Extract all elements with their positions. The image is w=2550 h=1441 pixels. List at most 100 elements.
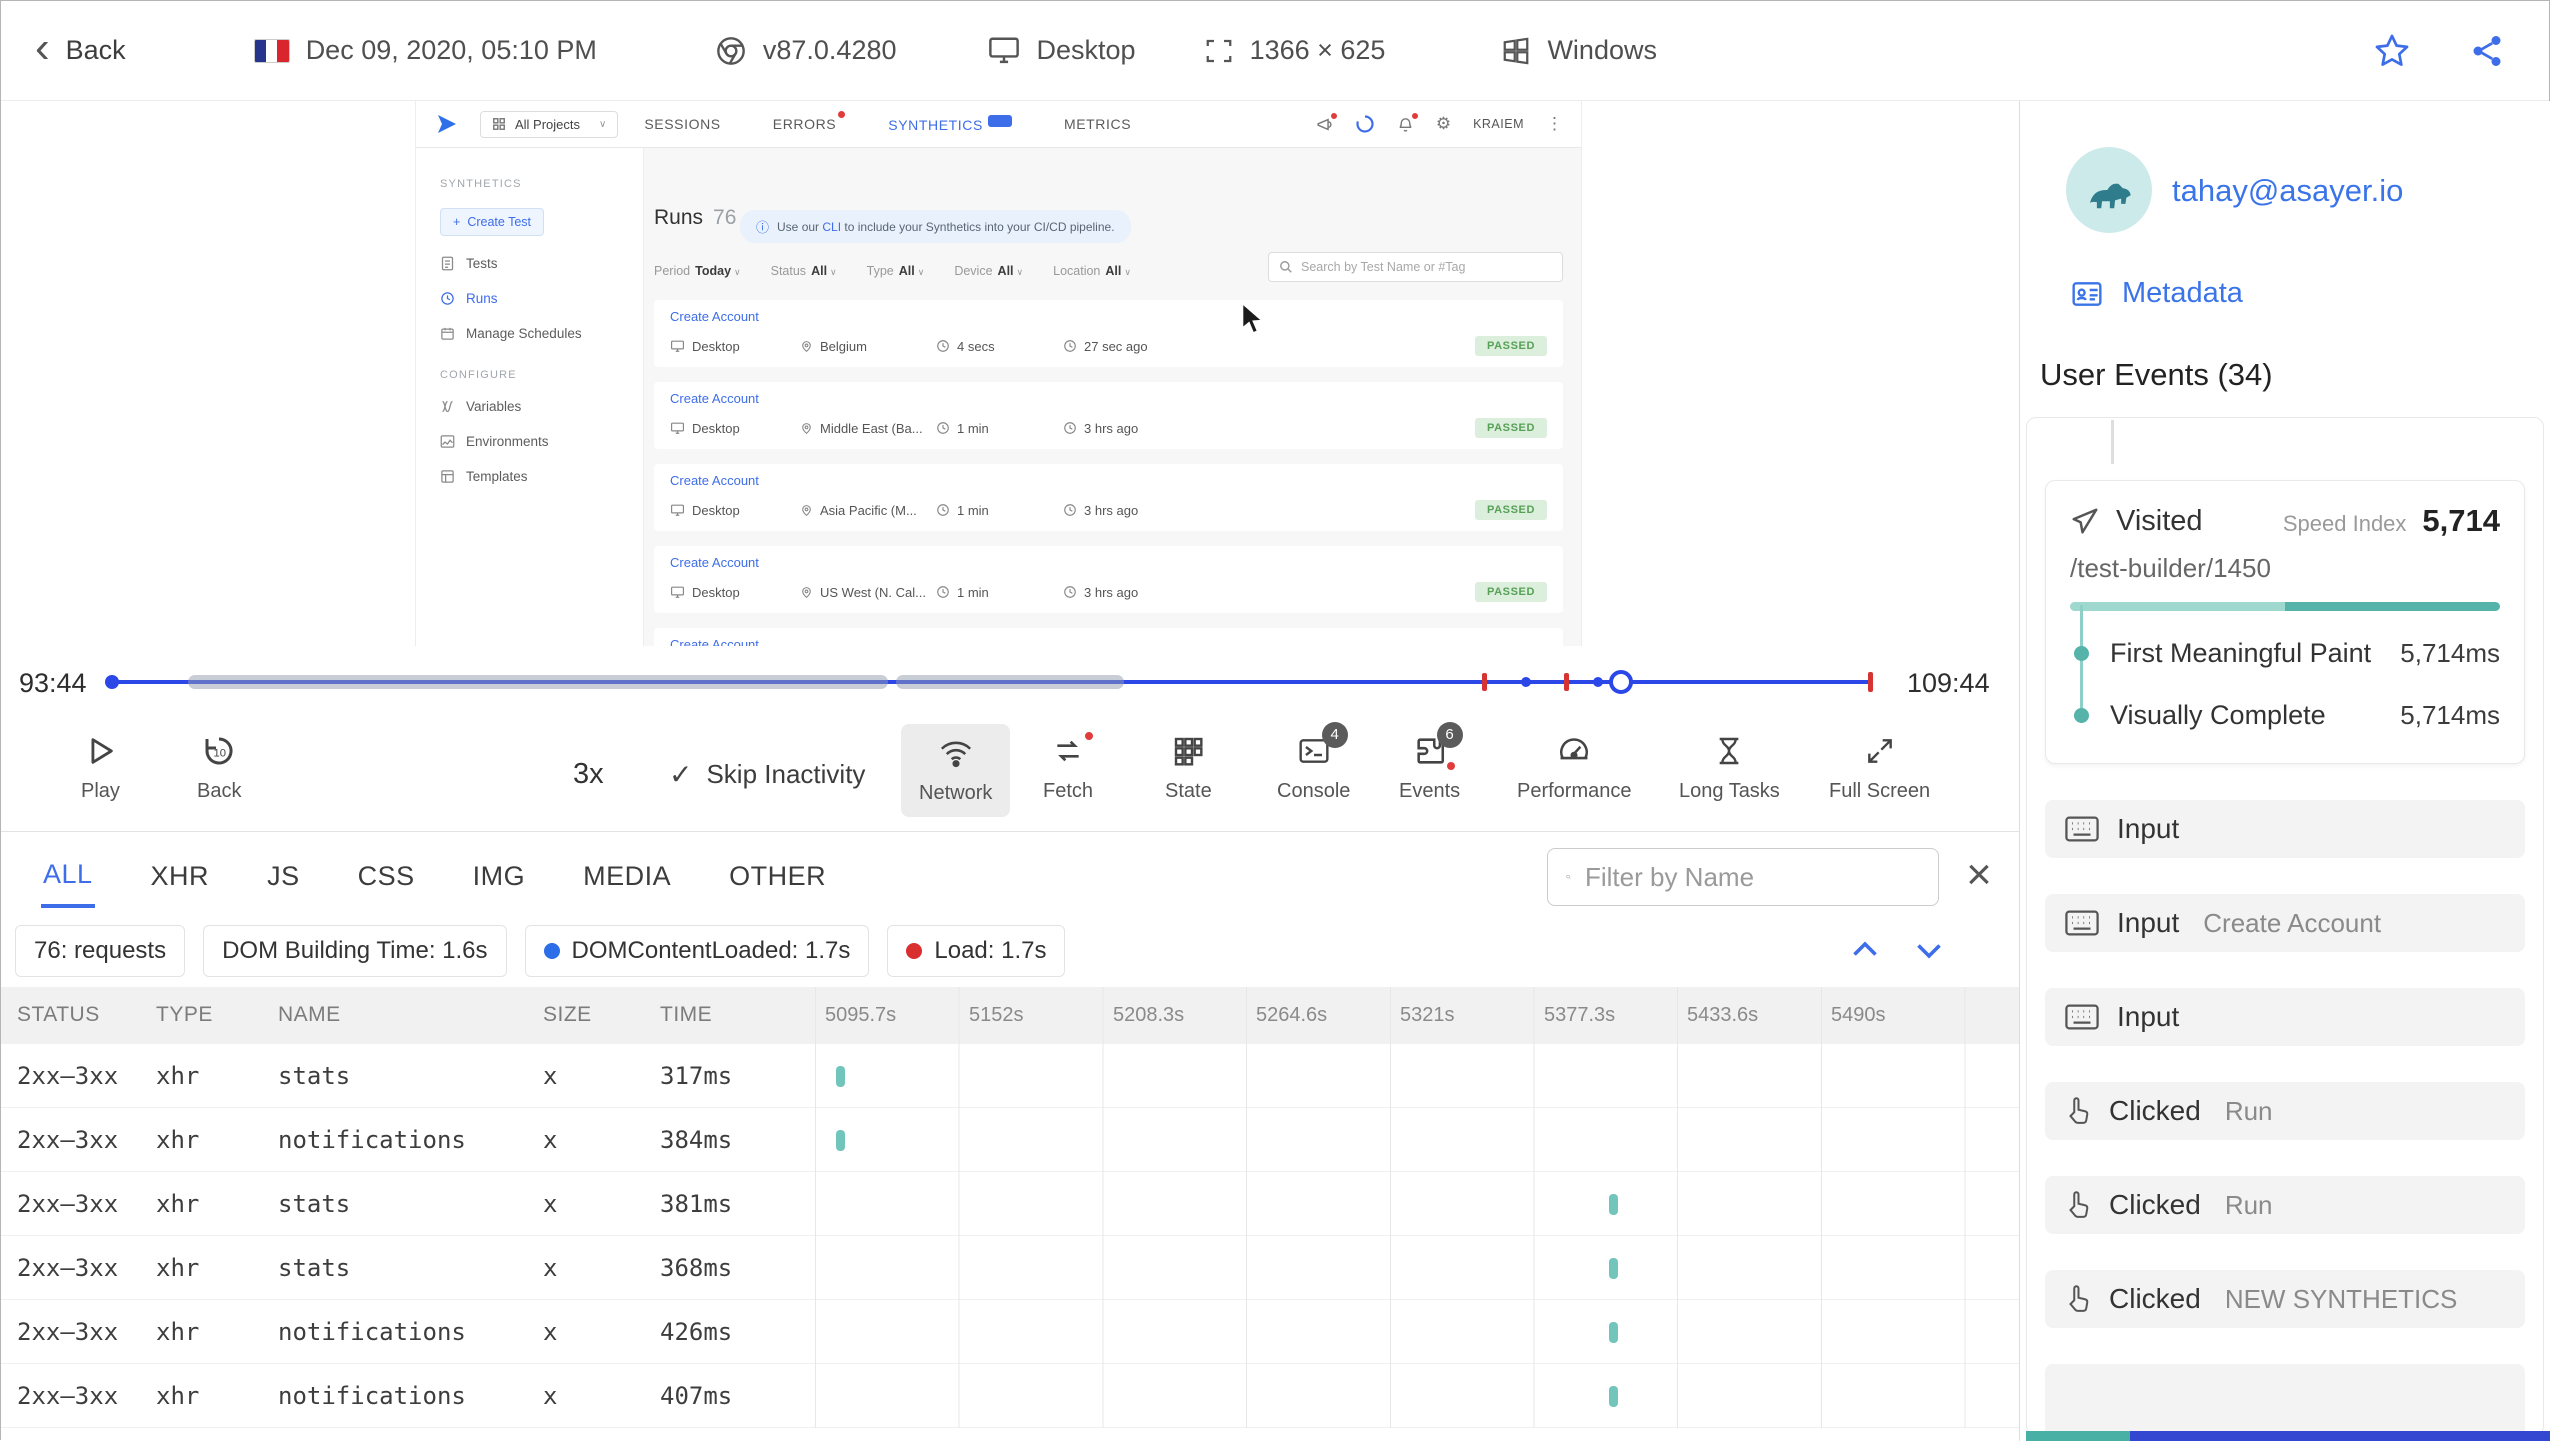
skip-inactivity-toggle[interactable]: ✓ Skip Inactivity — [669, 758, 865, 791]
run-card[interactable]: Create Account Desktop US West (N. Cal..… — [654, 546, 1563, 613]
gear-icon[interactable]: ⚙ — [1436, 114, 1451, 134]
test-search-input[interactable] — [1301, 260, 1552, 274]
filter-period[interactable]: Period Today ∨ — [654, 264, 741, 278]
bell-icon[interactable] — [1397, 111, 1419, 133]
playback-speed-button[interactable]: 3x — [573, 758, 604, 791]
console-panel-button[interactable]: 4 Console — [1277, 722, 1350, 803]
sidebar-item-environments[interactable]: Environments — [440, 434, 643, 449]
sidebar-item-variables[interactable]: Variables — [440, 399, 643, 414]
close-panel-icon[interactable]: × — [1957, 846, 2001, 904]
network-filter-input[interactable] — [1585, 861, 1920, 893]
hourglass-icon — [1720, 737, 1739, 765]
sidebar-item-runs[interactable]: Runs — [440, 291, 643, 306]
click-event-row[interactable]: Clicked Run — [2045, 1176, 2525, 1234]
input-event-row[interactable]: Input — [2045, 988, 2525, 1046]
create-test-button[interactable]: + Create Test — [440, 208, 545, 236]
events-panel-button[interactable]: 6 Events — [1399, 722, 1463, 803]
metadata-button[interactable]: Metadata — [2068, 277, 2243, 310]
network-row[interactable]: 2xx–3xx xhr notifications x 426ms — [1, 1300, 2019, 1364]
run-name-link[interactable]: Create Account — [670, 637, 1547, 646]
chevron-up-icon[interactable] — [1847, 932, 1883, 968]
waterfall-mark — [1609, 1386, 1618, 1407]
run-name-link[interactable]: Create Account — [670, 391, 1547, 406]
browser-version-label: v87.0.4280 — [762, 35, 897, 65]
waterfall-mark — [1609, 1258, 1618, 1279]
col-time: TIME — [660, 1003, 713, 1026]
network-tab-js[interactable]: JS — [265, 841, 302, 906]
environments-icon — [440, 435, 455, 448]
favorite-star-icon[interactable] — [2373, 32, 2411, 70]
back-button[interactable]: ‹ Back — [35, 25, 126, 69]
user-events-list: Visited Speed Index 5,714 /test-builder/… — [2026, 417, 2544, 1436]
filter-location[interactable]: Location All ∨ — [1053, 264, 1131, 278]
filter-status[interactable]: Status All ∨ — [771, 264, 837, 278]
full-screen-button[interactable]: Full Screen — [1829, 732, 1930, 803]
long-tasks-panel-button[interactable]: Long Tasks — [1679, 732, 1780, 803]
network-tab-other[interactable]: OTHER — [727, 841, 828, 906]
event-marker[interactable] — [1521, 677, 1531, 687]
network-row[interactable]: 2xx–3xx xhr notifications x 407ms — [1, 1364, 2019, 1428]
run-name-link[interactable]: Create Account — [670, 555, 1547, 570]
app-tab-synthetics[interactable]: SYNTHETICS — [888, 115, 1012, 133]
sidebar-item-manage-schedules[interactable]: Manage Schedules — [440, 326, 643, 341]
timeline-track[interactable] — [105, 646, 1881, 718]
app-tab-sessions[interactable]: SESSIONS — [644, 116, 720, 132]
filter-device[interactable]: Device All ∨ — [954, 264, 1023, 278]
run-card[interactable]: Create Account Desktop Middle East (Ba..… — [654, 382, 1563, 449]
play-button[interactable]: Play — [81, 732, 120, 803]
time-tick: 5490s — [1831, 1004, 1886, 1026]
network-tab-css[interactable]: CSS — [356, 841, 417, 906]
timeline-current-time: 93:44 — [19, 668, 87, 698]
clock-icon — [1064, 422, 1076, 434]
user-events-title: User Events (34) — [2040, 357, 2273, 392]
input-event-row[interactable]: Input Create Account — [2045, 894, 2525, 952]
user-menu[interactable]: KRAIEM — [1473, 117, 1524, 131]
run-name-link[interactable]: Create Account — [670, 473, 1547, 488]
sidebar-item-templates[interactable]: Templates — [440, 469, 643, 484]
user-email[interactable]: tahay@asayer.io — [2172, 173, 2403, 209]
network-tab-media[interactable]: MEDIA — [581, 841, 673, 906]
test-search-field[interactable] — [1268, 252, 1563, 282]
fetch-panel-button[interactable]: Fetch — [1043, 730, 1096, 803]
filter-type[interactable]: Type All ∨ — [867, 264, 925, 278]
run-card[interactable]: Create Account — [654, 628, 1563, 646]
network-tab-xhr[interactable]: XHR — [149, 841, 212, 906]
playhead-handle[interactable] — [1609, 670, 1633, 694]
speed-index-value: 5,714 — [2422, 503, 2500, 538]
event-marker[interactable] — [1593, 677, 1603, 687]
project-selector[interactable]: All Projects ∨ — [480, 110, 619, 138]
network-row[interactable]: 2xx–3xx xhr stats x 381ms — [1, 1172, 2019, 1236]
network-tab-all[interactable]: ALL — [41, 839, 95, 908]
user-panel: tahay@asayer.io Metadata User Events (34… — [2019, 101, 2550, 1441]
state-panel-button[interactable]: State — [1165, 732, 1212, 803]
error-marker[interactable] — [1868, 672, 1873, 692]
error-marker[interactable] — [1482, 673, 1487, 691]
announcements-icon[interactable] — [1316, 111, 1338, 133]
run-card[interactable]: Create Account Desktop Belgium 4 secs 27… — [654, 300, 1563, 367]
pointer-icon — [2069, 1285, 2089, 1312]
sidebar-item-tests[interactable]: Tests — [440, 256, 643, 271]
app-tab-errors[interactable]: ERRORS — [773, 111, 846, 132]
kebab-menu-icon[interactable]: ⋮ — [1546, 114, 1563, 134]
error-marker[interactable] — [1564, 673, 1569, 691]
app-tab-metrics[interactable]: METRICS — [1064, 116, 1131, 132]
network-row[interactable]: 2xx–3xx xhr stats x 368ms — [1, 1236, 2019, 1300]
input-event-row[interactable]: Input — [2045, 800, 2525, 858]
click-event-row[interactable]: Clicked Run — [2045, 1082, 2525, 1140]
info-icon: ⓘ — [756, 220, 770, 235]
performance-panel-button[interactable]: Performance — [1517, 732, 1632, 803]
back-10s-button[interactable]: 10 Back — [197, 732, 241, 803]
network-filter-field[interactable] — [1547, 848, 1939, 906]
network-row[interactable]: 2xx–3xx xhr stats x 317ms — [1, 1044, 2019, 1108]
click-event-row[interactable]: Clicked NEW SYNTHETICS — [2045, 1270, 2525, 1328]
network-panel-button[interactable]: Network — [901, 724, 1011, 817]
visited-event-card[interactable]: Visited Speed Index 5,714 /test-builder/… — [2045, 480, 2525, 764]
network-table-header: STATUS TYPE NAME SIZE TIME 5095.7s 5152s… — [1, 987, 2019, 1428]
network-row[interactable]: 2xx–3xx xhr notifications x 384ms — [1, 1108, 2019, 1172]
network-tab-img[interactable]: IMG — [471, 841, 528, 906]
cli-link[interactable]: CLI — [822, 220, 841, 234]
run-name-link[interactable]: Create Account — [670, 309, 1547, 324]
run-card[interactable]: Create Account Desktop Asia Pacific (M..… — [654, 464, 1563, 531]
chevron-down-icon[interactable] — [1911, 932, 1947, 968]
share-icon[interactable] — [2469, 33, 2505, 69]
